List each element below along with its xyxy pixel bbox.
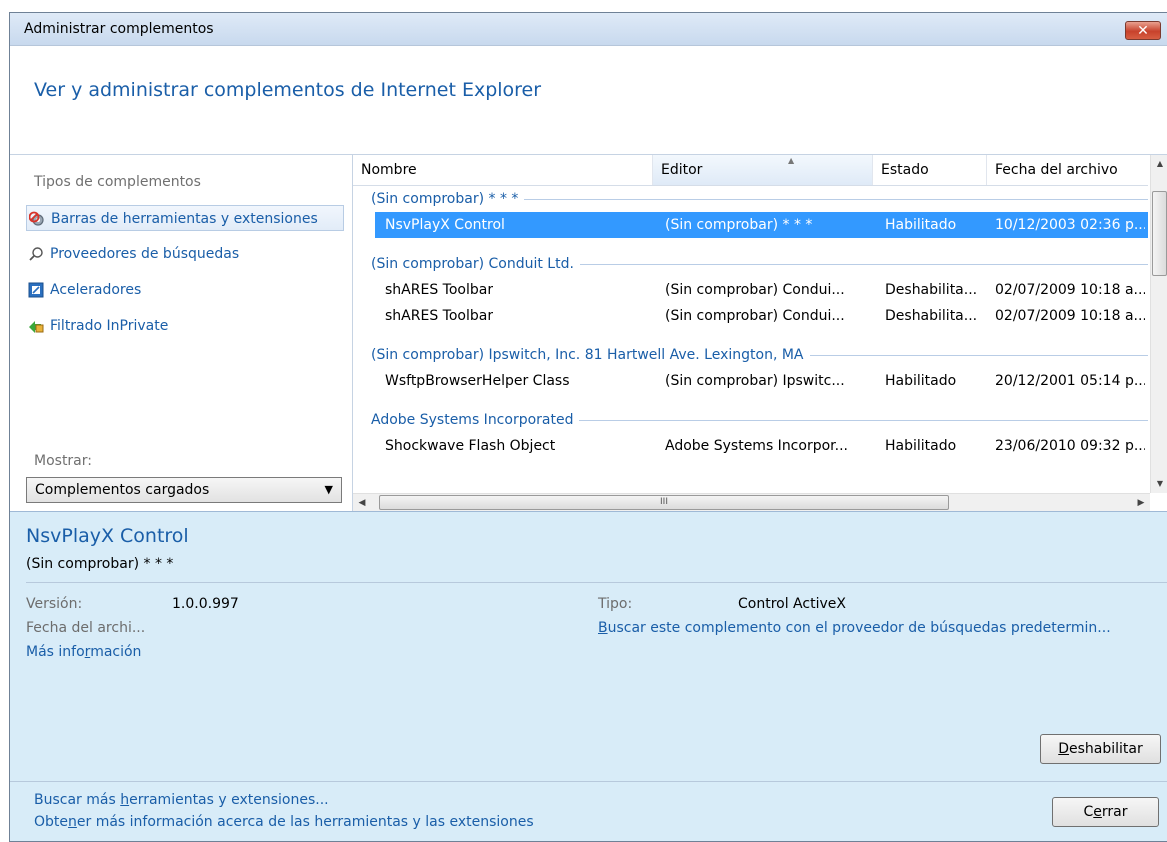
table-row[interactable]: shARES Toolbar (Sin comprobar) Condui...… — [353, 277, 1148, 303]
type-value: Control ActiveX — [738, 596, 846, 612]
show-dropdown[interactable]: Complementos cargados ▼ — [26, 477, 342, 503]
cell-name: shARES Toolbar — [385, 308, 494, 324]
table-row[interactable]: WsftpBrowserHelper Class (Sin comprobar)… — [353, 368, 1148, 394]
window-title: Administrar complementos — [24, 21, 214, 37]
type-label: Tipo: — [598, 596, 633, 612]
addons-list: Nombre Editor ▲ Estado Fecha del archivo … — [353, 155, 1167, 511]
cell-name: Shockwave Flash Object — [385, 438, 556, 454]
show-dropdown-value: Complementos cargados — [35, 482, 210, 498]
cell-name: WsftpBrowserHelper Class — [385, 373, 570, 389]
column-header-editor[interactable]: Editor ▲ — [653, 155, 873, 185]
cell-date: 10/12/2003 02:36 p... — [995, 217, 1145, 233]
manage-addons-window: Administrar complementos ✕ Ver y adminis… — [9, 12, 1167, 842]
sort-ascending-icon: ▲ — [788, 156, 795, 165]
cell-name: shARES Toolbar — [385, 282, 494, 298]
group-header: (Sin comprobar) * * * — [371, 186, 525, 212]
show-label: Mostrar: — [34, 453, 92, 469]
find-more-link[interactable]: Buscar más herramientas y extensiones... — [34, 792, 329, 808]
cell-status: Habilitado — [885, 438, 957, 454]
scroll-left-icon[interactable]: ◀ — [353, 494, 371, 511]
close-button[interactable]: Cerrar — [1052, 797, 1159, 827]
header: Ver y administrar complementos de Intern… — [10, 46, 1167, 155]
footer: Buscar más herramientas y extensiones...… — [10, 781, 1167, 841]
scroll-right-icon[interactable]: ▶ — [1132, 494, 1150, 511]
table-row-selected[interactable]: NsvPlayX Control (Sin comprobar) * * * H… — [375, 212, 1148, 238]
group-header: (Sin comprobar) Ipswitch, Inc. 81 Hartwe… — [371, 342, 810, 368]
sidebar-item-label: Barras de herramientas y extensiones — [51, 211, 318, 227]
cell-name: NsvPlayX Control — [385, 217, 505, 233]
more-info-link[interactable]: Más información — [26, 644, 141, 660]
addon-types-caption: Tipos de complementos — [34, 174, 201, 190]
vertical-scroll-thumb[interactable] — [1152, 191, 1167, 276]
inprivate-icon — [29, 321, 44, 333]
group-header: Adobe Systems Incorporated — [371, 407, 580, 433]
cell-editor: (Sin comprobar) Condui... — [665, 308, 845, 324]
sidebar-item-label: Filtrado InPrivate — [50, 318, 169, 334]
horizontal-scroll-thumb[interactable]: III — [379, 495, 949, 510]
cell-status: Deshabilita... — [885, 308, 978, 324]
scroll-down-icon[interactable]: ▼ — [1151, 475, 1167, 493]
page-title: Ver y administrar complementos de Intern… — [34, 79, 542, 101]
horizontal-scrollbar[interactable]: ◀ III ▶ — [353, 493, 1150, 511]
close-window-button[interactable]: ✕ — [1125, 21, 1161, 40]
cell-editor: (Sin comprobar) Ipswitc... — [665, 373, 845, 389]
details-divider — [26, 582, 1167, 583]
cell-date: 23/06/2010 09:32 p... — [995, 438, 1145, 454]
sidebar-item-inprivate[interactable]: Filtrado InPrivate — [26, 313, 168, 339]
sidebar-item-toolbars[interactable]: Barras de herramientas y extensiones — [26, 205, 344, 231]
accelerator-icon — [28, 282, 44, 298]
column-header-status[interactable]: Estado — [873, 155, 987, 185]
selected-addon-publisher: (Sin comprobar) * * * — [26, 556, 174, 572]
vertical-scrollbar[interactable]: ▲ ▼ — [1150, 155, 1167, 493]
column-header-row: Nombre Editor ▲ Estado Fecha del archivo — [353, 155, 1148, 186]
table-row[interactable]: Shockwave Flash Object Adobe Systems Inc… — [353, 433, 1148, 459]
cell-editor: (Sin comprobar) Condui... — [665, 282, 845, 298]
gear-icon — [29, 211, 44, 226]
group-header: (Sin comprobar) Conduit Ltd. — [371, 251, 580, 277]
scroll-up-icon[interactable]: ▲ — [1151, 155, 1167, 173]
sidebar-item-accelerators[interactable]: Aceleradores — [26, 277, 141, 303]
disable-button[interactable]: Deshabilitar — [1040, 734, 1161, 764]
version-label: Versión: — [26, 596, 83, 612]
details-panel: NsvPlayX Control (Sin comprobar) * * * V… — [10, 511, 1167, 782]
version-value: 1.0.0.997 — [172, 596, 239, 612]
cell-status: Habilitado — [885, 217, 957, 233]
addon-types-panel: Tipos de complementos Barras de herramie… — [10, 155, 353, 511]
cell-editor: Adobe Systems Incorpor... — [665, 438, 848, 454]
table-row[interactable]: shARES Toolbar (Sin comprobar) Condui...… — [353, 303, 1148, 329]
cell-date: 02/07/2009 10:18 a... — [995, 308, 1145, 324]
cell-editor: (Sin comprobar) * * * — [665, 217, 813, 233]
cell-date: 02/07/2009 10:18 a... — [995, 282, 1145, 298]
column-header-date[interactable]: Fecha del archivo — [987, 155, 1148, 185]
title-bar: Administrar complementos ✕ — [10, 13, 1167, 46]
cell-status: Habilitado — [885, 373, 957, 389]
column-header-name[interactable]: Nombre — [353, 155, 653, 185]
search-icon — [29, 247, 43, 261]
selected-addon-name: NsvPlayX Control — [26, 525, 189, 547]
chevron-down-icon: ▼ — [324, 483, 333, 496]
sidebar-item-label: Proveedores de búsquedas — [50, 246, 240, 262]
sidebar-item-search-providers[interactable]: Proveedores de búsquedas — [26, 241, 239, 267]
sidebar-item-label: Aceleradores — [50, 282, 142, 298]
cell-status: Deshabilita... — [885, 282, 978, 298]
cell-date: 20/12/2001 05:14 p... — [995, 373, 1145, 389]
learn-more-link[interactable]: Obtener más información acerca de las he… — [34, 814, 534, 830]
date-label: Fecha del archi... — [26, 620, 146, 636]
search-addon-link[interactable]: Buscar este complemento con el proveedor… — [598, 620, 1111, 636]
